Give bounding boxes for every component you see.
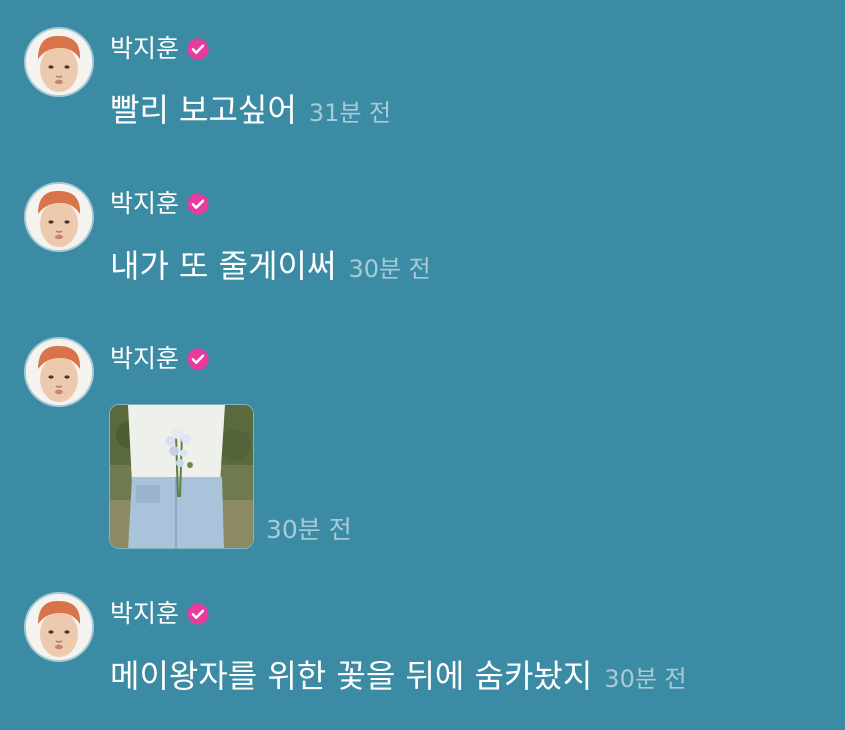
message-timestamp: 30분 전 [348,255,431,283]
author-name[interactable]: 박지훈 [110,32,179,66]
photo-attachment[interactable] [109,404,254,549]
avatar[interactable] [26,339,92,405]
verified-badge-icon [186,37,210,61]
message-text: 메이왕자를 위한 꽃을 뒤에 숨카놨지 [110,657,593,695]
author-name[interactable]: 박지훈 [110,342,179,376]
message-text: 빨리 보고싶어 [110,91,297,129]
message-timestamp: 30분 전 [266,515,352,544]
message-text: 내가 또 줄게이써 [110,247,337,285]
author-name[interactable]: 박지훈 [110,597,179,631]
message-timestamp: 31분 전 [308,99,392,127]
avatar[interactable] [26,29,92,95]
verified-badge-icon [186,192,210,216]
message-timestamp: 30분 전 [604,665,687,693]
avatar[interactable] [26,594,92,660]
verified-badge-icon [186,347,210,371]
avatar[interactable] [26,184,92,250]
author-name[interactable]: 박지훈 [110,187,179,221]
verified-badge-icon [186,602,210,626]
photo-image [110,405,253,548]
